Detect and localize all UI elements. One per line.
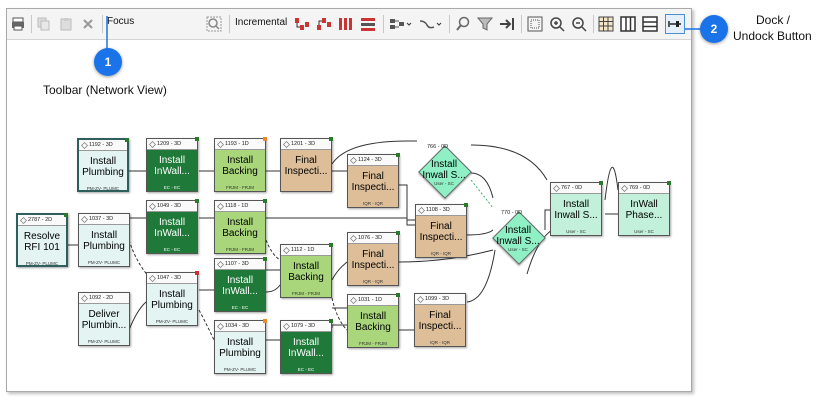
callout-1-badge: 1 [94,48,122,76]
callout-1-label: Toolbar (Network View) [43,83,167,97]
callout-2-label-line2: Undock Button [733,29,812,43]
callout-2-badge: 2 [700,15,728,43]
callout-2-label-line1: Dock / [756,13,791,27]
callout-connectors [106,16,700,52]
